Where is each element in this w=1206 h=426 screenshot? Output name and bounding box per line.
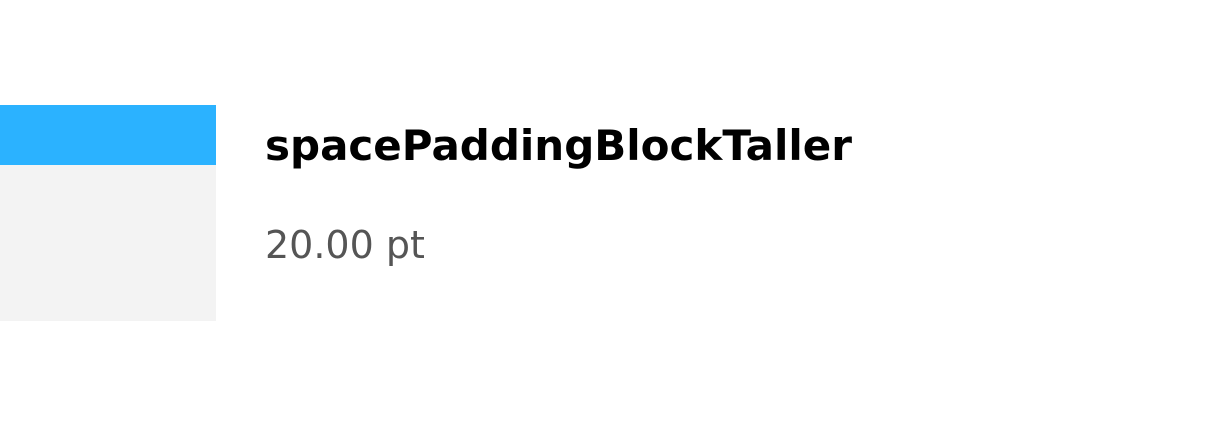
token-name: spacePaddingBlockTaller: [265, 121, 852, 170]
spacing-token-row: spacePaddingBlockTaller 20.00 pt: [0, 0, 1206, 426]
spacing-swatch: [0, 105, 216, 321]
token-value: 20.00 pt: [265, 223, 425, 267]
padding-indicator-bar: [0, 105, 216, 165]
